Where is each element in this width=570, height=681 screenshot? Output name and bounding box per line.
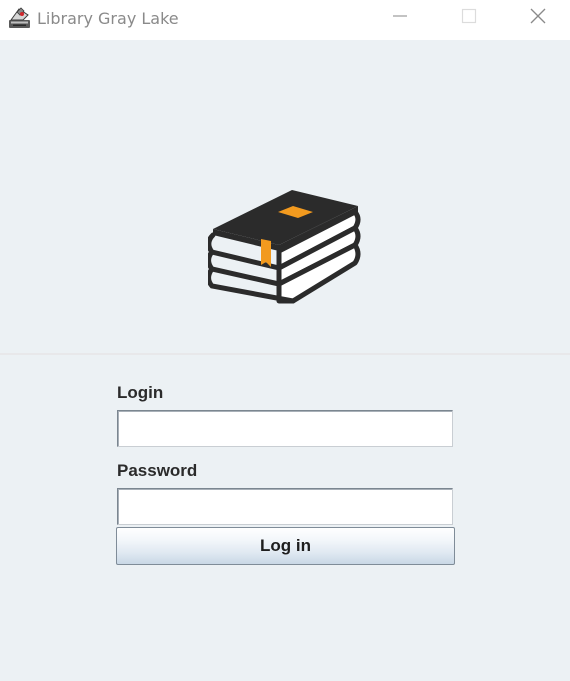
maximize-icon [460, 7, 478, 30]
password-input[interactable] [117, 488, 453, 525]
login-label: Login [117, 383, 164, 402]
window-title: Library Gray Lake [37, 9, 179, 28]
maximize-button[interactable] [435, 0, 503, 36]
password-label: Password [117, 461, 198, 480]
stacked-books-icon [206, 188, 363, 318]
library-app-icon[interactable] [8, 6, 32, 30]
section-divider [0, 353, 570, 355]
login-input[interactable] [117, 410, 453, 447]
close-icon [529, 7, 547, 30]
window-titlebar: Library Gray Lake [0, 0, 570, 38]
minimize-button[interactable] [366, 0, 434, 36]
login-panel [0, 40, 570, 681]
close-button[interactable] [505, 0, 570, 36]
login-button[interactable]: Log in [116, 527, 455, 565]
minimize-icon [391, 7, 409, 30]
